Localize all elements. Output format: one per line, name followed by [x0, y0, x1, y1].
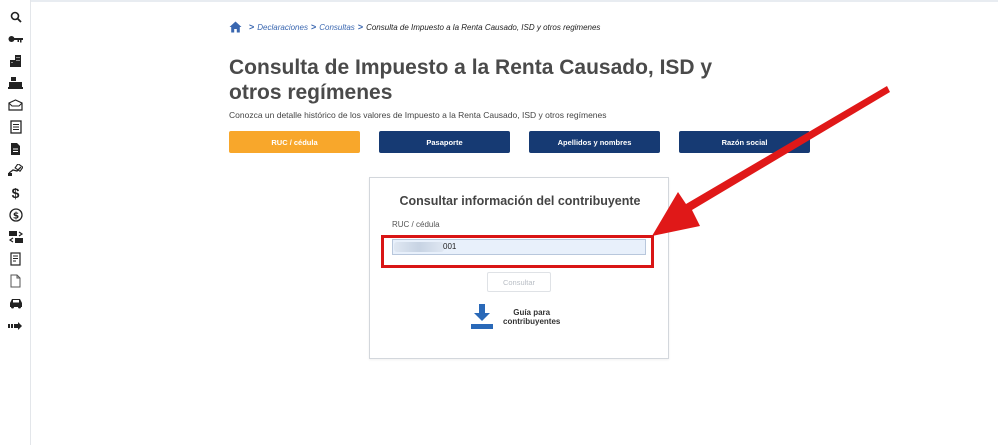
annotation-arrow: [652, 86, 890, 236]
